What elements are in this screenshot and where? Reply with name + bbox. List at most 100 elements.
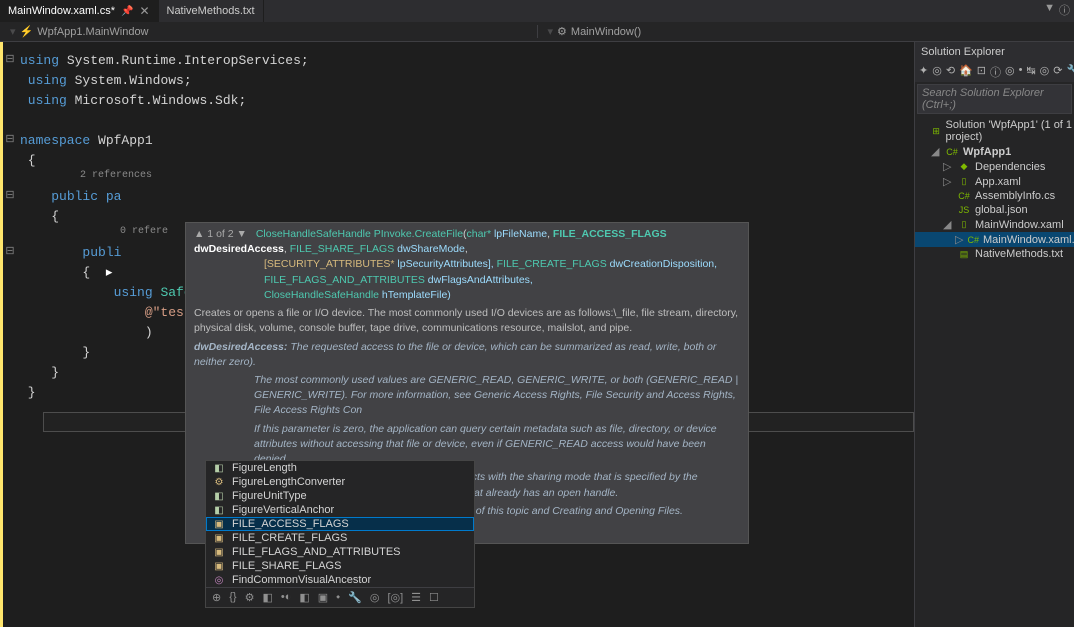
completion-list[interactable]: ◧FigureLength⚙FigureLengthConverter◧Figu… <box>205 460 475 608</box>
panel-title: Solution Explorer <box>915 42 1074 62</box>
toolbar-icon[interactable]: ⊡ <box>977 64 986 80</box>
code-editor[interactable]: ⊟using System.Runtime.InteropServices; u… <box>0 42 914 627</box>
filter-icon[interactable]: ⬩ <box>336 591 340 604</box>
file-icon: C# <box>945 147 959 157</box>
completion-filter-bar[interactable]: ⊕ {} ⚙ ◧ •◐ ◧ ▣ ⬩ 🔧 ◎ [◎] ☰ ☐ <box>206 587 474 607</box>
fold-toggle[interactable]: ⊟ <box>3 189 17 203</box>
tab-mainwindow-cs[interactable]: MainWindow.xaml.cs* 📌 ✕ <box>0 0 159 22</box>
fold-toggle[interactable]: ⊟ <box>3 133 17 147</box>
tree-item[interactable]: ◢C#WpfApp1 <box>915 144 1074 159</box>
expand-icon[interactable]: ▷ <box>955 233 963 246</box>
completion-item-label: FigureLength <box>232 462 297 474</box>
toolbar-icon[interactable]: ◎ <box>1005 64 1015 80</box>
fold-toggle[interactable]: ⊟ <box>3 245 17 259</box>
solution-explorer-toolbar: ✦◎⟲🏠⊡ⓘ◎•↹◎⟳🔧 <box>915 62 1074 82</box>
completion-item[interactable]: ▣ FILE_FLAGS_AND_ATTRIBUTES <box>206 545 474 559</box>
fold-toggle[interactable]: ⊟ <box>3 53 17 67</box>
toolbar-icon[interactable]: ⟲ <box>946 64 955 80</box>
filter-icon[interactable]: ⊕ <box>212 591 221 604</box>
breadcrumb-class[interactable]: ▾ ⚡ WpfApp1.MainWindow <box>0 25 537 38</box>
tree-label: NativeMethods.txt <box>975 248 1063 260</box>
tree-item[interactable]: ⊞Solution 'WpfApp1' (1 of 1 project) <box>915 118 1074 144</box>
toolbar-icon[interactable]: ⟳ <box>1053 64 1062 80</box>
completion-item-label: FigureVerticalAnchor <box>232 504 334 516</box>
completion-item-label: FILE_SHARE_FLAGS <box>232 560 341 572</box>
completion-item-icon: ▣ <box>212 519 226 530</box>
bolt-icon: ⚡ <box>20 25 34 38</box>
completion-item-icon: ◎ <box>212 575 226 586</box>
toolbar-icon[interactable]: • <box>1019 64 1023 80</box>
tree-item[interactable]: ▷ ▯ App.xaml <box>915 174 1074 189</box>
filter-icon[interactable]: •◐ <box>281 591 292 604</box>
gear-icon: ⚙ <box>557 25 567 38</box>
help-icon[interactable]: ⓘ <box>1059 2 1070 18</box>
completion-item-icon: ▣ <box>212 547 226 558</box>
tree-item[interactable]: C#AssemblyInfo.cs <box>915 189 1074 203</box>
completion-item-icon: ⚙ <box>212 477 226 488</box>
completion-item[interactable]: ⚙ FigureLengthConverter <box>206 475 474 489</box>
tree-item[interactable]: ▤NativeMethods.txt <box>915 247 1074 261</box>
completion-item-label: FigureUnitType <box>232 490 307 502</box>
filter-icon[interactable]: [◎] <box>387 591 403 604</box>
tree-label: MainWindow.xaml <box>975 219 1064 231</box>
completion-item[interactable]: ▣ FILE_CREATE_FLAGS <box>206 531 474 545</box>
completion-item[interactable]: ▣FILE_SHARE_FLAGS <box>206 559 474 573</box>
tree-item[interactable]: ◢ ▯ MainWindow.xaml <box>915 217 1074 232</box>
margin-indicator <box>0 42 20 627</box>
tree-item[interactable]: ▷◆Dependencies <box>915 159 1074 174</box>
expand-icon[interactable]: ▷ <box>943 175 953 188</box>
tree-label: Dependencies <box>975 161 1045 173</box>
completion-item-icon: ◧ <box>212 463 226 474</box>
completion-item[interactable]: ◧ FigureLength <box>206 461 474 475</box>
tab-nativemethods[interactable]: NativeMethods.txt <box>159 0 264 22</box>
tree-item[interactable]: JSglobal.json <box>915 203 1074 217</box>
filter-icon[interactable]: 🔧 <box>348 591 362 604</box>
breadcrumb-member[interactable]: ▾ ⚙ MainWindow() <box>537 25 1074 38</box>
filter-icon[interactable]: ☐ <box>429 591 439 604</box>
tree-label: global.json <box>975 204 1028 216</box>
toolbar-icon[interactable]: ↹ <box>1026 64 1035 80</box>
overflow-icon[interactable]: ▼ <box>1044 2 1055 18</box>
tab-label: NativeMethods.txt <box>167 5 255 17</box>
expand-icon[interactable]: ◢ <box>943 218 953 231</box>
pin-icon[interactable]: 📌 <box>121 6 133 17</box>
completion-item-label: FILE_FLAGS_AND_ATTRIBUTES <box>232 546 401 558</box>
completion-item-icon: ▣ <box>212 533 226 544</box>
filter-icon[interactable]: ◧ <box>262 591 272 604</box>
tree-item[interactable]: ▷C#MainWindow.xaml.cs <box>915 232 1074 247</box>
filter-icon[interactable]: ▣ <box>318 591 328 604</box>
completion-item[interactable]: ◧FigureUnitType <box>206 489 474 503</box>
filter-icon[interactable]: ⚙ <box>245 591 255 604</box>
filter-icon[interactable]: ◧ <box>299 591 309 604</box>
file-icon: ▯ <box>957 219 971 230</box>
toolbar-icon[interactable]: ⓘ <box>990 64 1001 80</box>
file-icon: ▯ <box>957 176 971 187</box>
solution-tree[interactable]: ⊞Solution 'WpfApp1' (1 of 1 project)◢C#W… <box>915 116 1074 263</box>
completion-item[interactable]: ▣ FILE_ACCESS_FLAGS <box>206 517 474 531</box>
expand-icon[interactable]: ◢ <box>931 145 941 158</box>
tree-label: App.xaml <box>975 176 1021 188</box>
filter-icon[interactable]: {} <box>229 591 236 604</box>
toolbar-icon[interactable]: ✦ <box>919 64 928 80</box>
expand-icon[interactable]: ▷ <box>943 160 953 173</box>
filter-icon[interactable]: ◎ <box>370 591 380 604</box>
toolbar-icon[interactable]: ◎ <box>1040 64 1050 80</box>
completion-item-label: FigureLengthConverter <box>232 476 345 488</box>
codelens-refs[interactable]: 2 references <box>20 170 914 186</box>
completion-item-label: FindCommonVisualAncestor <box>232 574 371 586</box>
completion-item[interactable]: ◧FigureVerticalAnchor <box>206 503 474 517</box>
breadcrumb-member-text: MainWindow() <box>571 26 641 38</box>
document-tabs: MainWindow.xaml.cs* 📌 ✕ NativeMethods.tx… <box>0 0 1074 22</box>
overload-nav[interactable]: ▲ 1 of 2 ▼ <box>194 228 247 240</box>
toolbar-icon[interactable]: 🏠 <box>959 64 973 80</box>
toolbar-icon[interactable]: 🔧 <box>1066 64 1074 80</box>
completion-item-label: FILE_CREATE_FLAGS <box>232 532 347 544</box>
tab-well-icons: ▼ ⓘ <box>1040 0 1074 20</box>
completion-item[interactable]: ◎ FindCommonVisualAncestor <box>206 573 474 587</box>
close-icon[interactable]: ✕ <box>139 4 149 18</box>
file-icon: C# <box>967 235 979 245</box>
completion-item-label: FILE_ACCESS_FLAGS <box>232 518 349 530</box>
filter-icon[interactable]: ☰ <box>411 591 421 604</box>
solution-search-input[interactable]: Search Solution Explorer (Ctrl+;) <box>917 84 1072 114</box>
toolbar-icon[interactable]: ◎ <box>932 64 942 80</box>
